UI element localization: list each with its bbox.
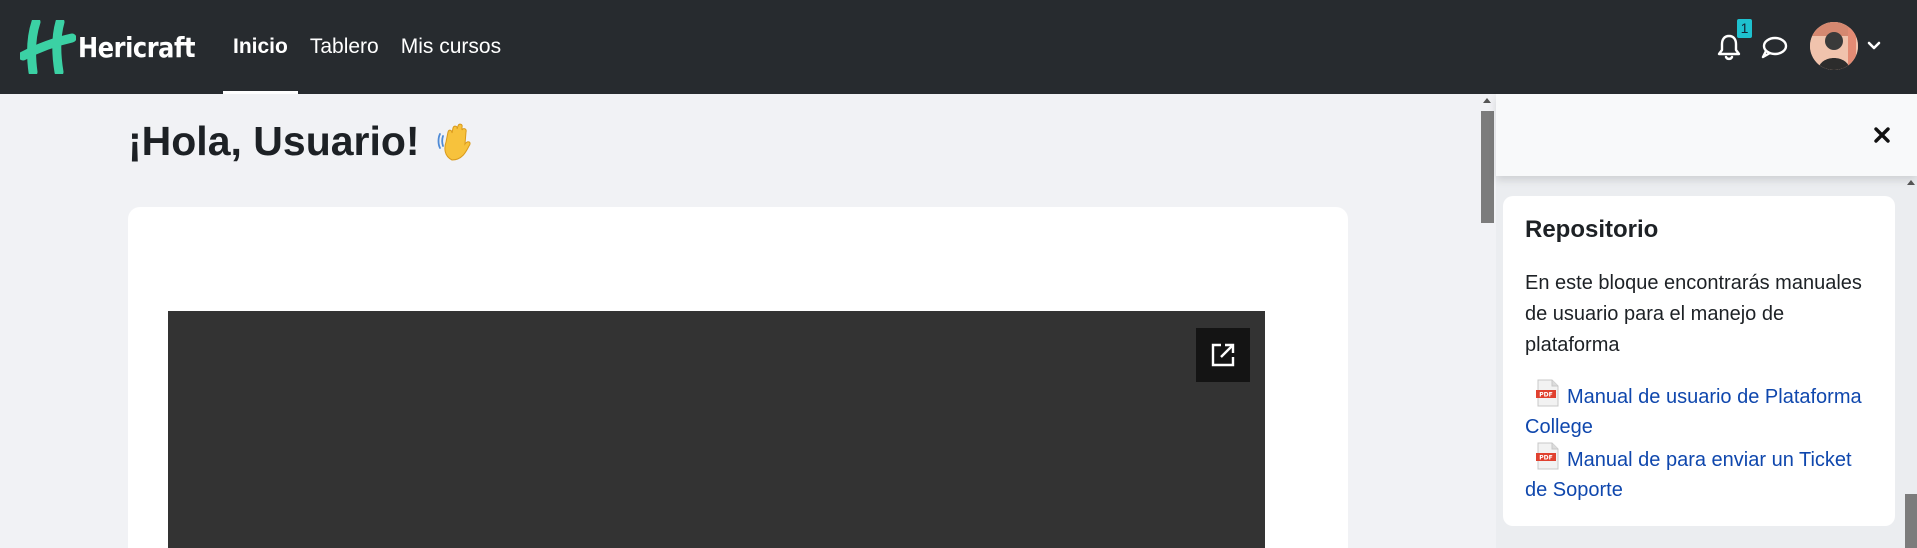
- drawer-header: [1496, 94, 1917, 176]
- chevron-down-icon[interactable]: [1866, 40, 1882, 52]
- drawer-scroll-up-arrow-icon[interactable]: [1907, 180, 1915, 185]
- waving-hand-emoji: [437, 123, 471, 161]
- nav-link-mis-cursos[interactable]: Mis cursos: [390, 0, 512, 94]
- pdf-icon: PDF: [1536, 442, 1559, 470]
- chat-icon[interactable]: [1760, 34, 1788, 60]
- user-avatar[interactable]: [1810, 22, 1858, 70]
- page-title: ¡Hola, Usuario!: [128, 118, 480, 165]
- svg-text:PDF: PDF: [1539, 455, 1552, 462]
- notification-count-badge: 1: [1737, 19, 1752, 38]
- drawer-scrollbar-thumb[interactable]: [1905, 494, 1917, 548]
- nav-link-tablero[interactable]: Tablero: [299, 0, 390, 94]
- top-navbar: Hericraft Inicio Tablero Mis cursos 1: [0, 0, 1917, 94]
- close-icon: [1874, 127, 1890, 143]
- repository-block: Repositorio En este bloque encontrarás m…: [1503, 196, 1895, 526]
- primary-navigation: Inicio Tablero Mis cursos: [222, 0, 512, 94]
- brand-logo[interactable]: Hericraft: [20, 20, 214, 74]
- file-link-label: Manual de para enviar un Ticket de Sopor…: [1525, 449, 1852, 501]
- block-description: En este bloque encontrarás manuales de u…: [1525, 272, 1862, 356]
- file-link-label: Manual de usuario de Plataforma College: [1525, 386, 1862, 438]
- file-link-manual-usuario[interactable]: PDF Manual de usuario de Plataforma Coll…: [1525, 379, 1873, 442]
- block-title: Repositorio: [1525, 216, 1659, 243]
- pdf-icon: PDF: [1536, 379, 1559, 407]
- main-content-card: [128, 207, 1348, 548]
- user-photo: [1810, 22, 1858, 70]
- close-drawer-button[interactable]: [1869, 122, 1895, 148]
- scroll-up-arrow-icon[interactable]: [1483, 98, 1491, 103]
- greeting-text: ¡Hola, Usuario!: [128, 118, 420, 164]
- brand-name: Hericraft: [78, 30, 196, 64]
- open-external-button[interactable]: [1196, 328, 1250, 382]
- file-link-manual-ticket[interactable]: PDF Manual de para enviar un Ticket de S…: [1525, 442, 1873, 505]
- video-player[interactable]: [168, 311, 1265, 548]
- open-external-icon: [1211, 343, 1235, 367]
- page-scrollbar-thumb[interactable]: [1481, 111, 1494, 223]
- file-list: PDF Manual de usuario de Plataforma Coll…: [1525, 379, 1873, 505]
- nav-link-inicio[interactable]: Inicio: [222, 0, 299, 94]
- svg-text:PDF: PDF: [1539, 392, 1552, 399]
- hericraft-logo-icon: [20, 20, 76, 74]
